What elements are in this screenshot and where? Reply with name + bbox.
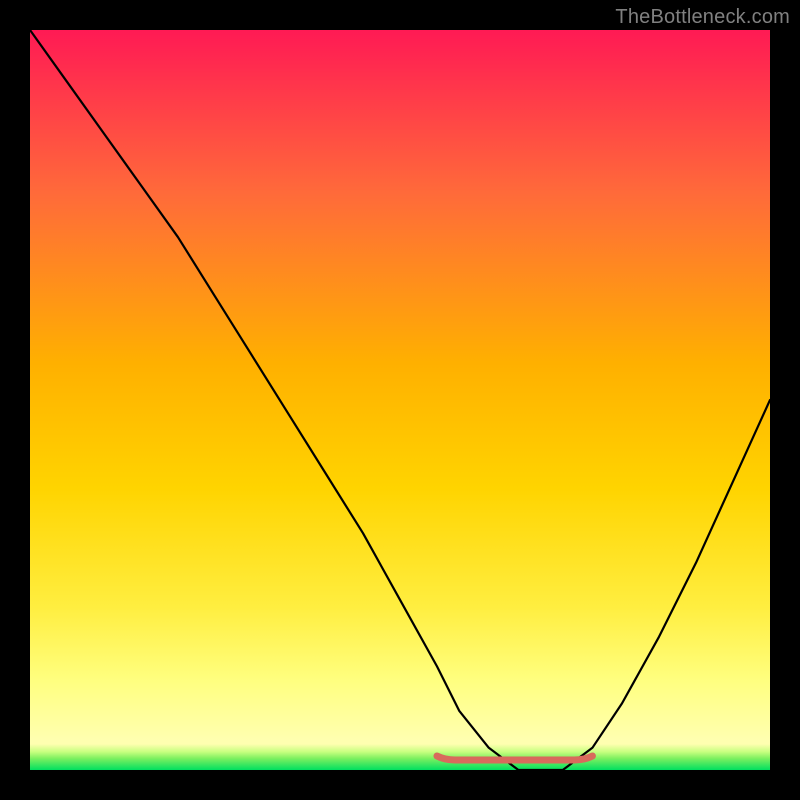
bottleneck-curve <box>30 30 770 770</box>
watermark-text: TheBottleneck.com <box>615 6 790 29</box>
chart-frame: TheBottleneck.com <box>0 0 800 800</box>
curve-layer <box>30 30 770 770</box>
trough-marker <box>437 756 592 760</box>
plot-area <box>30 30 770 770</box>
